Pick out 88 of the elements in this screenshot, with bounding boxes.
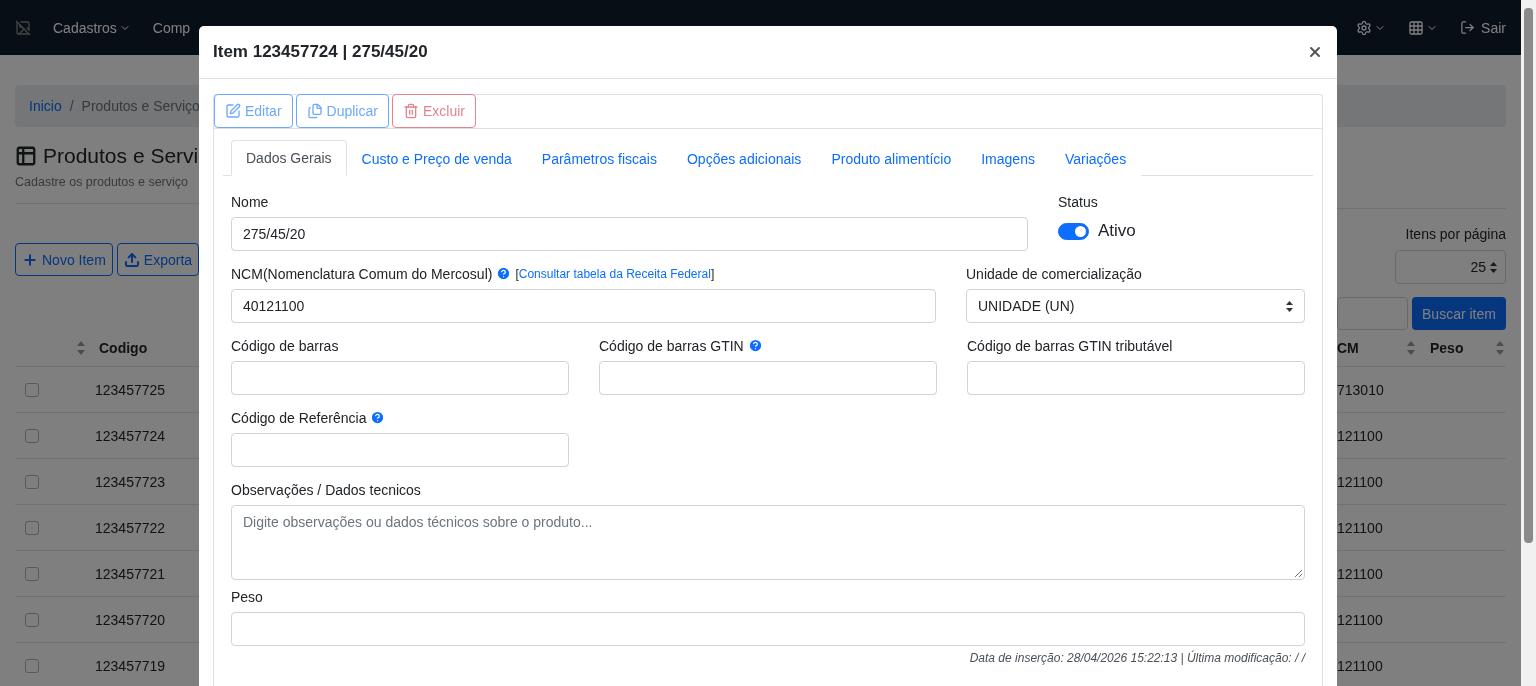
broken-image-icon	[15, 19, 31, 36]
table-cell: 123457723	[95, 473, 166, 490]
breadcrumb-link[interactable]: Inicio	[29, 98, 62, 114]
field-label: Peso	[231, 588, 263, 605]
plus-icon	[22, 251, 38, 268]
search-button[interactable]: Buscar item	[1412, 297, 1506, 330]
row-checkbox[interactable]	[25, 566, 39, 581]
scrollbar[interactable]	[1521, 0, 1536, 686]
upload-icon	[123, 251, 140, 268]
action-button[interactable]: Excluir	[391, 94, 476, 128]
per-page-label: Itens por página	[1404, 226, 1506, 242]
field-label: NCM(Nomenclatura Comum do Mercosul)	[231, 265, 493, 282]
table-cell: 123457721	[95, 565, 166, 582]
status-text: Ativo	[1098, 221, 1136, 241]
sort-icon[interactable]	[1496, 341, 1504, 355]
page-title: Produtos e Servi	[43, 144, 199, 168]
input-field[interactable]	[231, 433, 569, 467]
grid-icon[interactable]	[1408, 19, 1425, 36]
row-checkbox[interactable]	[25, 520, 39, 535]
field-label: Código de barras GTIN tributável	[967, 337, 1173, 354]
sort-icon[interactable]	[77, 341, 85, 355]
row-checkbox[interactable]	[25, 474, 39, 489]
field-label: Observações / Dados tecnicos	[231, 481, 421, 498]
table-cell: 121100	[1337, 565, 1383, 582]
field-label: Unidade de comercialização	[966, 265, 1142, 282]
input-field[interactable]	[599, 361, 937, 395]
input-field[interactable]	[231, 612, 1305, 646]
up-down-caret-icon	[1490, 261, 1497, 273]
input-field[interactable]: 40121100	[231, 289, 936, 323]
table-cell: 123457720	[95, 611, 166, 628]
copy-icon	[306, 103, 323, 119]
field-label: Código de barras GTIN	[599, 337, 744, 354]
field-label: Nome	[231, 193, 269, 210]
help-icon[interactable]	[370, 410, 386, 425]
table-icon	[15, 145, 37, 167]
close-icon[interactable]	[1307, 44, 1323, 60]
sort-icon[interactable]	[1407, 341, 1415, 355]
up-down-caret-icon	[1286, 300, 1293, 312]
input-field[interactable]	[967, 361, 1305, 395]
field-label: Código de Referência	[231, 409, 367, 426]
breadcrumb-current: Produtos e Serviço	[81, 98, 200, 114]
nav-menu[interactable]: Cadastros	[53, 19, 131, 36]
table-cell: 121100	[1337, 657, 1383, 674]
resize-grip-icon[interactable]	[1294, 569, 1302, 577]
row-checkbox[interactable]	[25, 658, 39, 673]
trash-icon	[402, 103, 419, 119]
help-icon[interactable]	[496, 266, 512, 281]
nav-menu[interactable]: Comp	[152, 19, 191, 36]
field-label: Status	[1058, 193, 1098, 210]
table-cell: 123457722	[95, 519, 166, 536]
toolbar-button[interactable]: Exporta	[116, 243, 200, 276]
table-cell: 123457719	[95, 657, 166, 674]
settings-icon[interactable]	[1356, 19, 1373, 36]
tab[interactable]: Dados Gerais	[231, 140, 347, 176]
table-cell: 121100	[1337, 427, 1383, 444]
link-bracket: [	[515, 266, 519, 281]
help-icon[interactable]	[747, 338, 763, 353]
action-button[interactable]: Duplicar	[295, 94, 389, 128]
row-checkbox[interactable]	[25, 428, 39, 443]
table-cell: 713010	[1337, 381, 1384, 398]
table-cell: 123457724	[95, 427, 166, 444]
toggle-switch[interactable]	[1058, 222, 1089, 240]
timestamp-text: Data de inserção: 28/04/2026 15:22:13 | Última modificação: / /	[968, 651, 1305, 665]
table-cell: 121100	[1337, 519, 1383, 536]
edit-icon	[225, 103, 241, 119]
logout-link[interactable]: Sair	[1460, 19, 1506, 36]
toolbar-button[interactable]: Novo Item	[15, 243, 113, 276]
modal-title: Item 123457724 | 275/45/20	[213, 42, 428, 62]
column-header[interactable]: Peso	[1430, 340, 1496, 356]
row-checkbox[interactable]	[25, 382, 39, 397]
input-field[interactable]	[231, 361, 569, 395]
table-cell: 121100	[1337, 611, 1383, 628]
select-field[interactable]: UNIDADE (UN)	[966, 289, 1305, 323]
per-page-select[interactable]: 25	[1395, 250, 1506, 284]
logout-icon	[1460, 20, 1476, 35]
column-header[interactable]: CM	[1337, 340, 1407, 356]
page-subtitle: Cadastre os produtos e serviço	[15, 175, 189, 189]
row-checkbox[interactable]	[25, 612, 39, 627]
search-field[interactable]	[1337, 297, 1408, 330]
textarea-field[interactable]: Digite observações ou dados técnicos sobre o produto...	[231, 505, 1305, 580]
table-cell: 123457725	[95, 381, 166, 398]
breadcrumb-separator: /	[69, 98, 74, 114]
field-label: Código de barras	[231, 337, 339, 354]
column-header[interactable]: Codigo	[99, 340, 148, 356]
action-button[interactable]: Editar	[214, 94, 293, 128]
link-bracket: ]	[710, 266, 715, 281]
input-field[interactable]: 275/45/20	[231, 217, 1028, 251]
table-cell: 121100	[1337, 473, 1383, 490]
